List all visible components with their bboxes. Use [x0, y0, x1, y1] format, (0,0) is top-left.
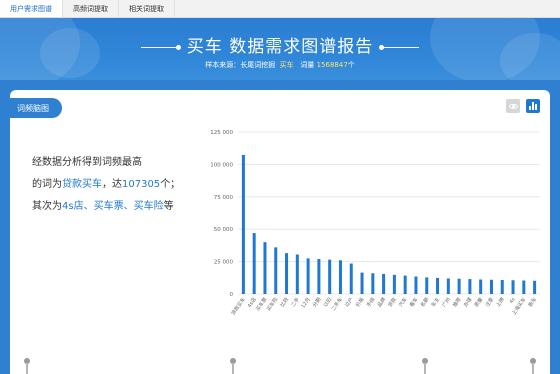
bar[interactable]: [360, 272, 364, 294]
bar[interactable]: [306, 258, 310, 294]
keyword-highlight: 买车: [279, 61, 294, 69]
x-tick-label: 买车险: [265, 296, 279, 312]
bar[interactable]: [522, 280, 526, 294]
tab-high-frequency-words[interactable]: 高频词提取: [63, 0, 119, 17]
x-tick-label: 广州: [440, 296, 451, 308]
bar[interactable]: [500, 280, 504, 294]
x-tick-label: 4s: [508, 296, 516, 305]
bar[interactable]: [457, 278, 461, 294]
x-tick-label: 二手: [289, 296, 300, 308]
bar[interactable]: [285, 253, 289, 294]
tab-related-words[interactable]: 相关词提取: [119, 0, 175, 17]
pin-icon: [24, 358, 30, 374]
x-tick-label: 看车: [408, 296, 419, 308]
sample-info: 样本来源：长尾词挖掘 买车 词量 1568847个: [205, 61, 355, 69]
pin-icon: [530, 358, 536, 374]
x-tick-label: 二手车: [330, 296, 344, 312]
top-word: 贷款买车: [62, 179, 102, 190]
bar[interactable]: [328, 259, 332, 294]
y-tick-label: 75 000: [214, 195, 234, 201]
bar[interactable]: [274, 247, 278, 294]
bar-chart-icon[interactable]: [526, 99, 540, 113]
x-tick-label: 推荐: [451, 296, 462, 308]
x-tick-label: 分期: [311, 296, 322, 308]
bar[interactable]: [511, 280, 515, 294]
top-count: 107305: [122, 179, 161, 190]
bar[interactable]: [241, 154, 245, 294]
bar[interactable]: [533, 280, 537, 294]
bar[interactable]: [414, 276, 418, 294]
x-tick-label: 贷款: [387, 296, 398, 308]
bar[interactable]: [371, 273, 375, 294]
bar[interactable]: [489, 279, 493, 294]
other-words: 4s店、买车票、买车险: [62, 201, 164, 212]
y-tick-label: 25 000: [214, 260, 234, 266]
word-frequency-bar-chart: 025 00050 00075 000100 000125 000贷款买车 4s店…: [210, 130, 540, 317]
bar[interactable]: [436, 277, 440, 294]
x-tick-label: 12月: [300, 297, 311, 310]
y-tick-label: 100 000: [210, 162, 233, 168]
bar[interactable]: [317, 259, 321, 294]
eye-icon[interactable]: [506, 99, 520, 113]
y-tick-label: 125 000: [210, 130, 233, 136]
pin-icon: [422, 358, 428, 374]
report-header: 买车 数据需求图谱报告 样本来源：长尾词挖掘 买车 词量 1568847个: [0, 18, 560, 80]
bar[interactable]: [468, 279, 472, 294]
chart-card: 词频脑图 经数据分析得到词频最高 的词为贷款买车，达107305个； 其次为4s…: [10, 90, 550, 374]
bar[interactable]: [446, 278, 450, 294]
y-tick-label: 0: [230, 292, 234, 298]
x-tick-label: 手续: [365, 296, 376, 308]
x-tick-label: 名额: [419, 296, 430, 308]
x-tick-label: 新车: [527, 296, 538, 308]
bar[interactable]: [295, 254, 299, 294]
card-tag: 词频脑图: [10, 98, 62, 118]
bar[interactable]: [479, 279, 483, 294]
summary-text: 经数据分析得到词频最高 的词为贷款买车，达107305个； 其次为4s店、买车票…: [32, 157, 181, 212]
pin-icon: [230, 358, 236, 374]
x-tick-label: 贷款买车: [230, 296, 247, 316]
x-tick-label: 注意: [484, 296, 495, 308]
x-tick-label: 车主: [430, 296, 441, 308]
bar[interactable]: [263, 242, 267, 294]
y-tick-label: 50 000: [214, 227, 234, 233]
word-count: 1568847: [316, 61, 348, 69]
x-tick-label: 过户: [343, 296, 354, 308]
bar[interactable]: [349, 263, 353, 294]
x-tick-label: 质量: [473, 296, 484, 308]
bar[interactable]: [425, 277, 429, 294]
x-tick-label: 品牌: [376, 296, 387, 308]
x-tick-label: 办理: [462, 296, 473, 308]
bar[interactable]: [392, 274, 396, 294]
tab-user-demand-graph[interactable]: 用户需求图谱: [0, 0, 63, 17]
bar[interactable]: [338, 260, 342, 294]
top-tab-bar: 用户需求图谱 高频词提取 相关词提取: [0, 0, 560, 18]
x-tick-label: 比较: [279, 296, 290, 308]
page-title: 买车 数据需求图谱报告: [0, 32, 560, 57]
bar[interactable]: [382, 273, 386, 294]
x-tick-label: 汽车: [397, 296, 408, 308]
bar[interactable]: [252, 233, 256, 294]
bar[interactable]: [403, 275, 407, 294]
x-tick-label: 价格: [354, 296, 365, 308]
x-tick-label: 上牌: [494, 296, 505, 308]
